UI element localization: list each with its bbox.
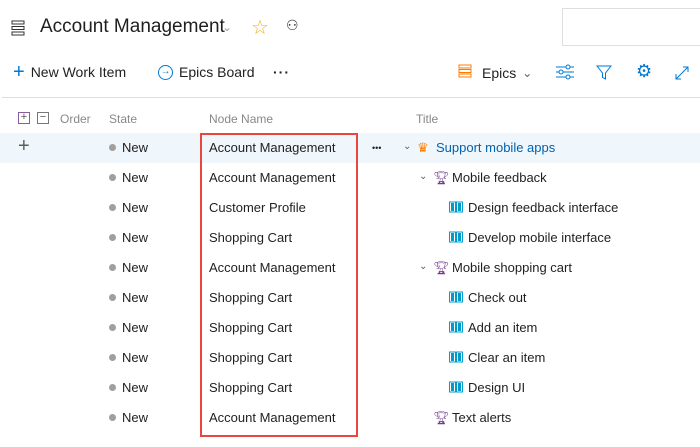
- backlog-icon: [11, 20, 25, 36]
- favorite-star-icon[interactable]: ☆: [251, 15, 269, 40]
- user-story-book-icon: [449, 200, 463, 215]
- title-link[interactable]: Text alerts: [452, 410, 511, 425]
- column-header-title[interactable]: Title: [416, 112, 438, 126]
- state-cell: New: [109, 410, 148, 425]
- backlog-level-dropdown[interactable]: Epics ⌄: [458, 64, 532, 81]
- state-dot-icon: [109, 294, 116, 301]
- user-story-book-icon: [449, 380, 463, 395]
- title-link[interactable]: Support mobile apps: [436, 140, 555, 155]
- state-dot-icon: [109, 264, 116, 271]
- state-cell: New: [109, 140, 148, 155]
- title-link[interactable]: Mobile shopping cart: [452, 260, 572, 275]
- chevron-down-icon[interactable]: ⌄: [222, 20, 232, 34]
- epics-board-button[interactable]: → Epics Board: [158, 64, 254, 80]
- title-link[interactable]: Design UI: [468, 380, 525, 395]
- state-cell: New: [109, 380, 148, 395]
- state-dot-icon: [109, 324, 116, 331]
- plus-icon: +: [13, 61, 25, 83]
- row-more-button[interactable]: •••: [372, 143, 381, 153]
- team-members-icon[interactable]: ⚇: [286, 17, 299, 34]
- user-story-book-icon: [449, 290, 463, 305]
- node-name-highlight-box: [200, 133, 358, 437]
- title-link[interactable]: Check out: [468, 290, 527, 305]
- column-header-state[interactable]: State: [109, 112, 137, 126]
- user-story-book-icon: [449, 350, 463, 365]
- collapse-all-icon[interactable]: −: [37, 112, 49, 124]
- title-link[interactable]: Clear an item: [468, 350, 545, 365]
- state-cell: New: [109, 320, 148, 335]
- new-work-item-button[interactable]: + New Work Item: [13, 61, 126, 83]
- chevron-expanded-icon[interactable]: ⌄: [403, 141, 411, 152]
- user-story-book-icon: [449, 320, 463, 335]
- search-box[interactable]: [562, 8, 700, 46]
- title-link[interactable]: Develop mobile interface: [468, 230, 611, 245]
- state-cell: New: [109, 200, 148, 215]
- epic-crown-icon: ♛: [417, 140, 429, 155]
- user-story-book-icon: [449, 230, 463, 245]
- state-dot-icon: [109, 144, 116, 151]
- title-link[interactable]: Design feedback interface: [468, 200, 618, 215]
- settings-gear-icon[interactable]: ⚙: [636, 61, 652, 82]
- view-options-icon[interactable]: [556, 64, 574, 83]
- state-dot-icon: [109, 234, 116, 241]
- column-header-order[interactable]: Order: [60, 112, 91, 126]
- state-dot-icon: [109, 174, 116, 181]
- divider: [2, 97, 700, 98]
- chevron-expanded-icon[interactable]: ⌄: [419, 171, 427, 182]
- state-dot-icon: [109, 384, 116, 391]
- state-cell: New: [109, 230, 148, 245]
- epic-level-icon: [458, 64, 472, 81]
- page-title: Account Management: [40, 16, 225, 37]
- feature-trophy-icon: 🏆︎: [433, 410, 450, 425]
- state-dot-icon: [109, 354, 116, 361]
- chevron-down-icon: ⌄: [522, 65, 533, 80]
- navigate-circle-icon: →: [158, 64, 173, 80]
- more-actions-button[interactable]: ···: [273, 64, 290, 80]
- expand-all-icon[interactable]: +: [18, 112, 30, 124]
- add-child-icon[interactable]: +: [18, 135, 30, 158]
- state-cell: New: [109, 290, 148, 305]
- title-link[interactable]: Add an item: [468, 320, 537, 335]
- feature-trophy-icon: 🏆︎: [433, 170, 450, 185]
- state-cell: New: [109, 350, 148, 365]
- feature-trophy-icon: 🏆︎: [433, 260, 450, 275]
- state-dot-icon: [109, 204, 116, 211]
- filter-icon[interactable]: [595, 65, 613, 84]
- state-cell: New: [109, 260, 148, 275]
- chevron-expanded-icon[interactable]: ⌄: [419, 261, 427, 272]
- state-cell: New: [109, 170, 148, 185]
- title-link[interactable]: Mobile feedback: [452, 170, 547, 185]
- state-dot-icon: [109, 414, 116, 421]
- column-header-node-name[interactable]: Node Name: [209, 112, 273, 126]
- fullscreen-expand-icon[interactable]: [674, 65, 690, 84]
